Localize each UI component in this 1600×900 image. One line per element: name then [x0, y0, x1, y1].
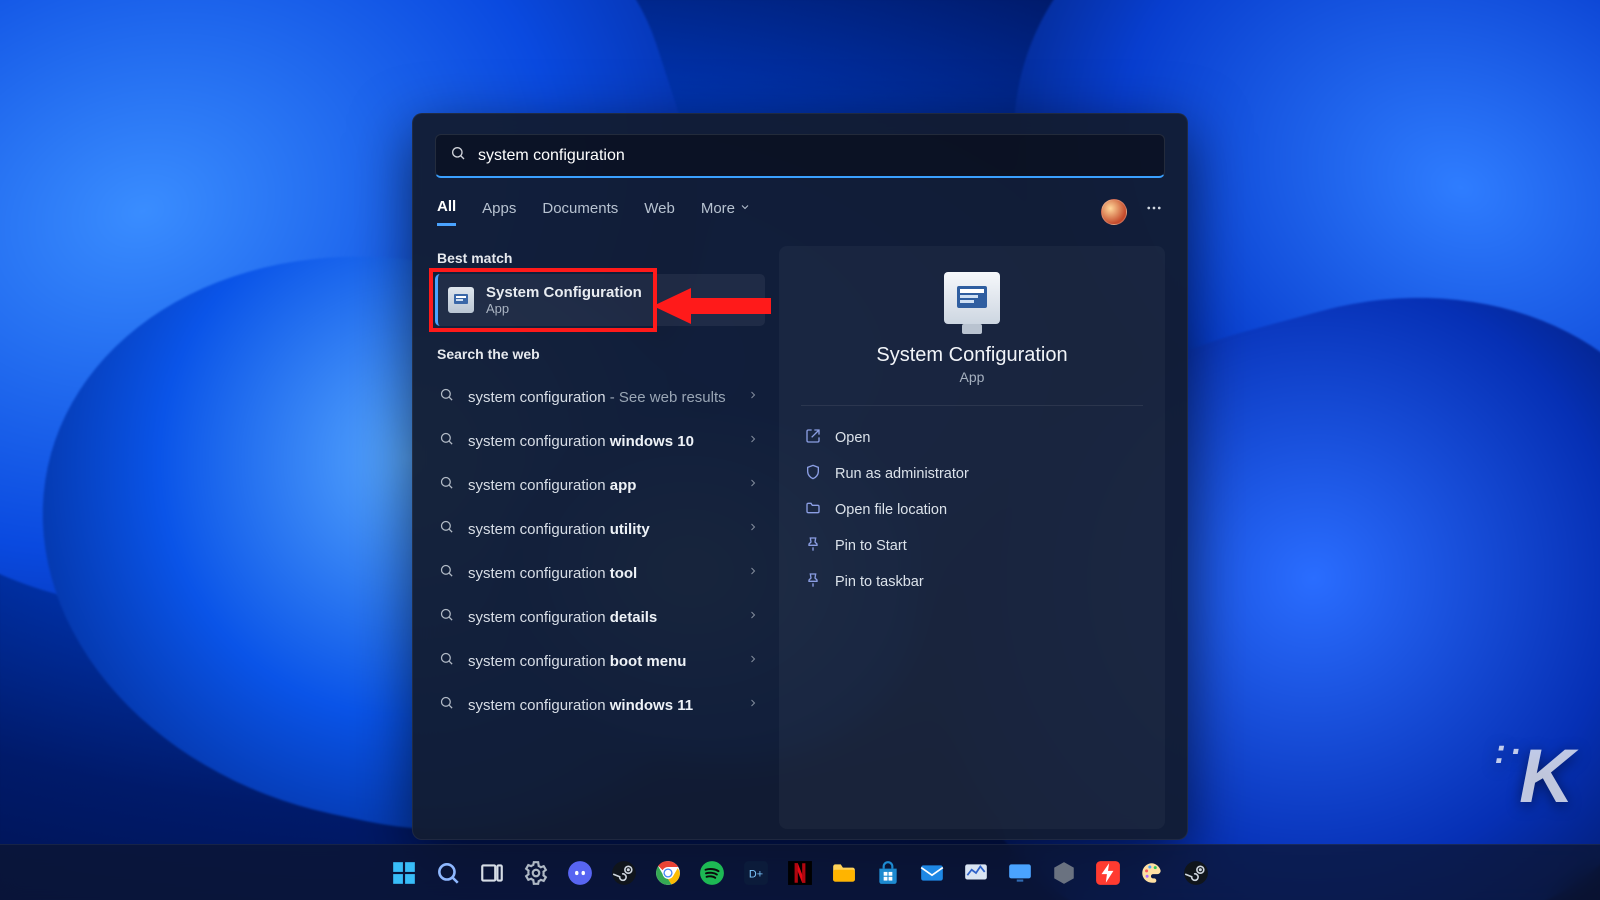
tab-more-label: More [701, 200, 735, 217]
search-icon [439, 475, 454, 495]
web-result-item[interactable]: system configuration app [435, 464, 765, 506]
tab-more[interactable]: More [701, 200, 751, 225]
chevron-right-icon [747, 696, 759, 714]
results-left-column: Best match System Configuration App Sear… [435, 246, 765, 829]
chevron-right-icon [747, 476, 759, 494]
search-icon [439, 387, 454, 407]
search-icon [439, 651, 454, 671]
action-label: Open file location [835, 502, 947, 518]
best-match-subtitle: App [486, 301, 642, 316]
pin-icon [805, 572, 821, 592]
file-explorer-icon[interactable] [827, 856, 861, 890]
disney-plus-icon[interactable]: D+ [739, 856, 773, 890]
chevron-right-icon [747, 432, 759, 450]
system-configuration-icon [448, 287, 474, 313]
web-result-label: system configuration - See web results [468, 389, 726, 406]
watermark: :·K [1494, 733, 1572, 820]
overflow-menu[interactable] [1145, 199, 1163, 225]
chevron-down-icon [739, 200, 751, 217]
mail-icon[interactable] [915, 856, 949, 890]
detail-subtitle: App [960, 369, 985, 385]
search-icon [439, 695, 454, 715]
web-result-label: system configuration details [468, 609, 657, 626]
steam-icon[interactable] [607, 856, 641, 890]
taskbar-search-icon[interactable] [431, 856, 465, 890]
search-icon [439, 431, 454, 451]
tab-all[interactable]: All [437, 198, 456, 226]
web-result-item[interactable]: system configuration windows 11 [435, 684, 765, 726]
action-label: Pin to taskbar [835, 574, 924, 590]
tab-apps[interactable]: Apps [482, 200, 516, 225]
action-label: Open [835, 430, 870, 446]
desktop-app-icon[interactable] [1003, 856, 1037, 890]
bolt-app-icon[interactable] [1091, 856, 1125, 890]
web-result-item[interactable]: system configuration windows 10 [435, 420, 765, 462]
search-icon [439, 519, 454, 539]
taskbar: D+ [0, 844, 1600, 900]
web-result-item[interactable]: system configuration details [435, 596, 765, 638]
chrome-icon[interactable] [651, 856, 685, 890]
chevron-right-icon [747, 388, 759, 406]
search-icon [439, 563, 454, 583]
spotify-icon[interactable] [695, 856, 729, 890]
web-result-item[interactable]: system configuration utility [435, 508, 765, 550]
web-result-label: system configuration tool [468, 565, 637, 582]
web-result-item[interactable]: system configuration boot menu [435, 640, 765, 682]
web-result-item[interactable]: system configuration tool [435, 552, 765, 594]
start-button[interactable] [387, 856, 421, 890]
detail-pane: System Configuration App Open Run as adm… [779, 246, 1165, 829]
steam-icon[interactable] [1179, 856, 1213, 890]
settings-icon[interactable] [519, 856, 553, 890]
action-open-location[interactable]: Open file location [801, 492, 1143, 528]
search-tabs: All Apps Documents Web More [435, 198, 1165, 226]
action-pin-start[interactable]: Pin to Start [801, 528, 1143, 564]
monitor-app-icon[interactable] [959, 856, 993, 890]
section-search-web: Search the web [437, 346, 765, 362]
action-label: Run as administrator [835, 466, 969, 482]
action-run-admin[interactable]: Run as administrator [801, 456, 1143, 492]
hex-app-icon[interactable] [1047, 856, 1081, 890]
tab-documents[interactable]: Documents [542, 200, 618, 225]
action-open[interactable]: Open [801, 420, 1143, 456]
detail-app-icon [944, 272, 1000, 324]
folder-icon [805, 500, 821, 520]
shield-icon [805, 464, 821, 484]
discord-icon[interactable] [563, 856, 597, 890]
chevron-right-icon [747, 652, 759, 670]
user-avatar[interactable] [1101, 199, 1127, 225]
web-result-item[interactable]: system configuration - See web results [435, 376, 765, 418]
best-match-title: System Configuration [486, 284, 642, 301]
best-match-item[interactable]: System Configuration App [435, 274, 765, 326]
web-result-label: system configuration windows 10 [468, 433, 694, 450]
open-icon [805, 428, 821, 448]
web-result-label: system configuration app [468, 477, 636, 494]
web-result-label: system configuration utility [468, 521, 650, 538]
start-search-panel: All Apps Documents Web More Best match S… [412, 113, 1188, 840]
search-input[interactable] [478, 147, 1150, 165]
detail-title: System Configuration [876, 344, 1067, 367]
tab-web[interactable]: Web [644, 200, 675, 225]
web-result-label: system configuration boot menu [468, 653, 686, 670]
search-icon [439, 607, 454, 627]
section-best-match: Best match [437, 250, 765, 266]
web-result-label: system configuration windows 11 [468, 697, 693, 714]
chevron-right-icon [747, 564, 759, 582]
pin-icon [805, 536, 821, 556]
netflix-icon[interactable] [783, 856, 817, 890]
svg-text:D+: D+ [749, 868, 763, 880]
search-icon [450, 145, 478, 166]
microsoft-store-icon[interactable] [871, 856, 905, 890]
palette-icon[interactable] [1135, 856, 1169, 890]
search-box[interactable] [435, 134, 1165, 178]
action-label: Pin to Start [835, 538, 907, 554]
action-pin-taskbar[interactable]: Pin to taskbar [801, 564, 1143, 600]
task-view-icon[interactable] [475, 856, 509, 890]
chevron-right-icon [747, 520, 759, 538]
chevron-right-icon [747, 608, 759, 626]
